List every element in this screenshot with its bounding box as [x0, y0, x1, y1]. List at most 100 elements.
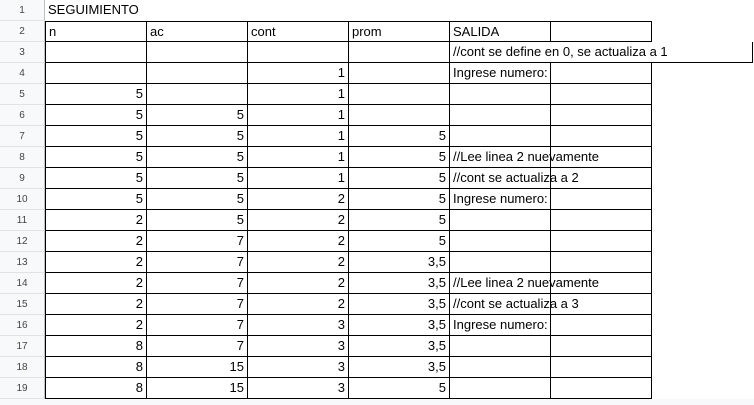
data-cell-ac[interactable]: 15 — [147, 378, 248, 399]
data-cell-salida[interactable]: //Lee linea 2 nuevamente — [450, 273, 599, 294]
data-cell-n[interactable]: 2 — [45, 252, 147, 273]
data-cell-ac[interactable]: 15 — [147, 357, 248, 378]
data-cell-cont[interactable]: 1 — [248, 147, 349, 168]
data-cell-salida[interactable] — [450, 336, 551, 357]
data-cell-cont[interactable]: 3 — [248, 336, 349, 357]
data-cell-n[interactable]: 2 — [45, 273, 147, 294]
header-cell-prom[interactable]: prom — [349, 21, 450, 42]
data-cell-ac[interactable]: 7 — [147, 231, 248, 252]
data-cell-prom[interactable]: 5 — [349, 189, 450, 210]
data-cell-salida[interactable] — [450, 231, 551, 252]
data-cell-cont[interactable]: 1 — [248, 168, 349, 189]
empty-cell[interactable] — [551, 315, 652, 336]
data-cell-n[interactable]: 5 — [45, 84, 147, 105]
data-cell-prom[interactable]: 5 — [349, 378, 450, 399]
data-cell-salida[interactable]: Ingrese numero: — [450, 315, 551, 336]
data-cell-n[interactable]: 5 — [45, 105, 147, 126]
data-cell-n[interactable]: 5 — [45, 189, 147, 210]
row-number[interactable]: 10 — [0, 189, 45, 210]
data-cell-salida[interactable] — [450, 378, 551, 399]
data-cell-salida[interactable] — [450, 210, 551, 231]
row-number[interactable]: 3 — [0, 42, 45, 63]
row-number[interactable]: 4 — [0, 63, 45, 84]
empty-cell[interactable] — [551, 273, 652, 294]
data-cell-prom[interactable]: 3,5 — [349, 315, 450, 336]
row-number[interactable]: 1 — [0, 0, 45, 21]
sheet-title-cell[interactable]: SEGUIMIENTO — [45, 0, 265, 21]
data-cell-cont[interactable]: 2 — [248, 231, 349, 252]
header-cell-n[interactable]: n — [45, 21, 147, 42]
data-cell-cont[interactable]: 2 — [248, 252, 349, 273]
data-cell-prom[interactable]: 3,5 — [349, 357, 450, 378]
empty-cell[interactable] — [551, 84, 652, 105]
data-cell-cont[interactable]: 1 — [248, 84, 349, 105]
data-cell-cont[interactable]: 1 — [248, 63, 349, 84]
data-cell-ac[interactable]: 7 — [147, 294, 248, 315]
row-number[interactable]: 19 — [0, 378, 45, 399]
row-number[interactable]: 15 — [0, 294, 45, 315]
header-cell-ac[interactable]: ac — [147, 21, 248, 42]
data-cell-salida[interactable] — [450, 126, 551, 147]
data-cell-prom[interactable]: 5 — [349, 126, 450, 147]
empty-cell[interactable] — [551, 126, 652, 147]
data-cell-ac[interactable] — [147, 63, 248, 84]
row-number[interactable]: 9 — [0, 168, 45, 189]
data-cell-n[interactable]: 5 — [45, 168, 147, 189]
data-cell-n[interactable]: 8 — [45, 357, 147, 378]
row-number[interactable]: 8 — [0, 147, 45, 168]
row-number[interactable]: 14 — [0, 273, 45, 294]
empty-cell[interactable] — [551, 231, 652, 252]
data-cell-prom[interactable]: 5 — [349, 168, 450, 189]
empty-cell[interactable] — [551, 336, 652, 357]
data-cell-prom[interactable]: 3,5 — [349, 273, 450, 294]
row-number[interactable]: 11 — [0, 210, 45, 231]
data-cell-n[interactable] — [45, 63, 147, 84]
data-cell-ac[interactable]: 5 — [147, 105, 248, 126]
data-cell-prom[interactable] — [349, 42, 450, 63]
data-cell-ac[interactable]: 5 — [147, 210, 248, 231]
empty-cell[interactable] — [551, 294, 652, 315]
data-cell-salida[interactable] — [450, 105, 551, 126]
data-cell-n[interactable]: 8 — [45, 336, 147, 357]
data-cell-n[interactable]: 2 — [45, 315, 147, 336]
row-number[interactable]: 12 — [0, 231, 45, 252]
row-number[interactable]: 2 — [0, 21, 45, 42]
data-cell-salida[interactable]: //Lee linea 2 nuevamente — [450, 147, 599, 168]
data-cell-ac[interactable]: 5 — [147, 189, 248, 210]
row-number[interactable]: 18 — [0, 357, 45, 378]
data-cell-ac[interactable] — [147, 42, 248, 63]
data-cell-cont[interactable]: 1 — [248, 105, 349, 126]
row-number[interactable]: 6 — [0, 105, 45, 126]
data-cell-n[interactable] — [45, 42, 147, 63]
empty-cell[interactable] — [551, 105, 652, 126]
empty-cell[interactable] — [551, 21, 652, 42]
data-cell-n[interactable]: 5 — [45, 147, 147, 168]
empty-cell[interactable] — [551, 189, 652, 210]
data-cell-cont[interactable]: 2 — [248, 189, 349, 210]
empty-cell[interactable] — [551, 168, 652, 189]
empty-cell[interactable] — [551, 252, 652, 273]
data-cell-cont[interactable]: 1 — [248, 126, 349, 147]
data-cell-prom[interactable]: 5 — [349, 147, 450, 168]
data-cell-salida[interactable]: //cont se actualiza a 3 — [450, 294, 579, 315]
data-cell-cont[interactable]: 2 — [248, 273, 349, 294]
data-cell-n[interactable]: 8 — [45, 378, 147, 399]
data-cell-ac[interactable]: 7 — [147, 336, 248, 357]
data-cell-ac[interactable]: 7 — [147, 315, 248, 336]
data-cell-salida[interactable] — [450, 252, 551, 273]
data-cell-ac[interactable]: 7 — [147, 252, 248, 273]
data-cell-cont[interactable]: 2 — [248, 210, 349, 231]
data-cell-salida[interactable] — [450, 357, 551, 378]
row-number[interactable]: 7 — [0, 126, 45, 147]
data-cell-salida[interactable]: Ingrese numero: — [450, 63, 551, 84]
data-cell-cont[interactable]: 3 — [248, 315, 349, 336]
data-cell-cont[interactable]: 3 — [248, 378, 349, 399]
data-cell-n[interactable]: 2 — [45, 210, 147, 231]
empty-cell[interactable] — [551, 210, 652, 231]
row-number[interactable]: 17 — [0, 336, 45, 357]
data-cell-prom[interactable]: 5 — [349, 210, 450, 231]
data-cell-n[interactable]: 5 — [45, 126, 147, 147]
empty-cell[interactable] — [551, 63, 652, 84]
data-cell-salida[interactable]: //cont se actualiza a 2 — [450, 168, 579, 189]
data-cell-cont[interactable]: 2 — [248, 294, 349, 315]
